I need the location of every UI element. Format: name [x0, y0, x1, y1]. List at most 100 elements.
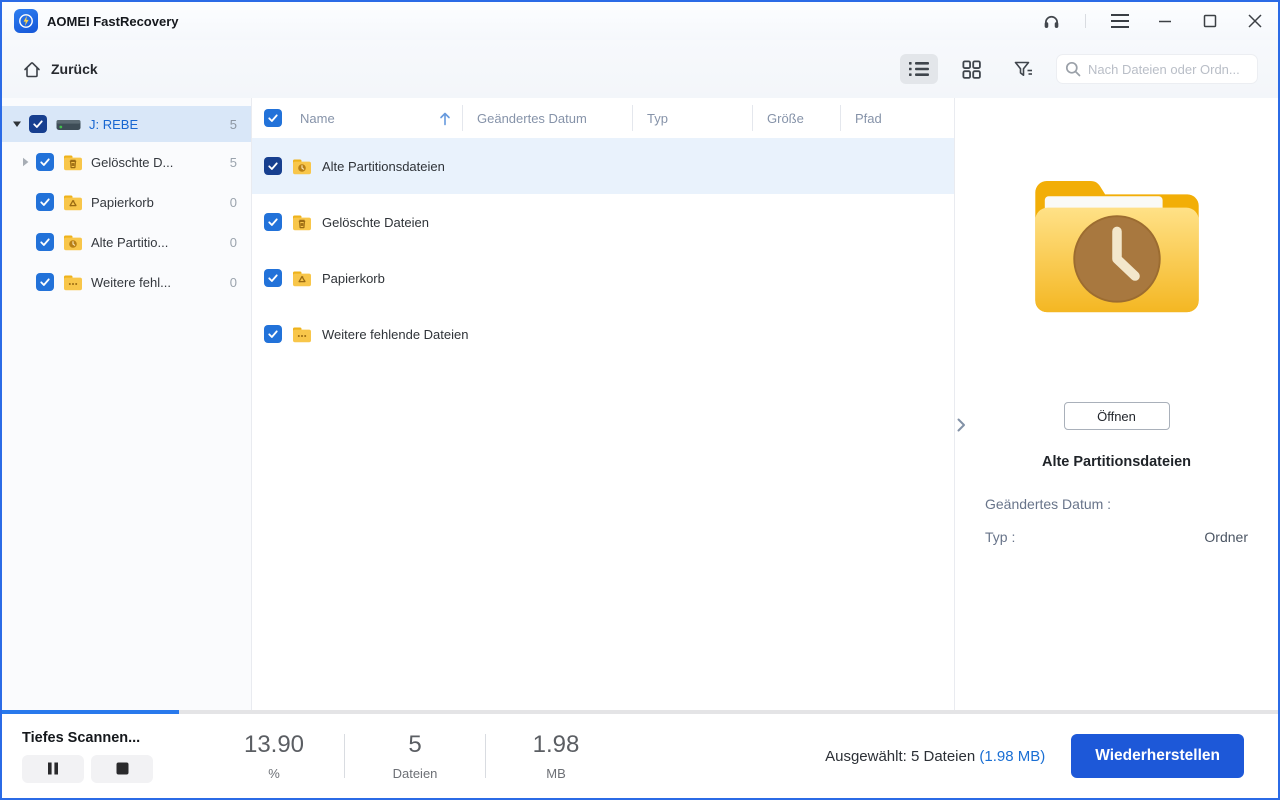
selection-summary-size: (1.98 MB)	[979, 748, 1045, 765]
stop-scan-button[interactable]	[91, 755, 153, 783]
recover-button[interactable]: Wiederherstellen	[1071, 734, 1244, 778]
item-count: 0	[230, 275, 237, 290]
caret-collapsed-icon[interactable]	[22, 157, 36, 167]
checkbox[interactable]	[36, 193, 54, 211]
menu-hamburger-icon[interactable]	[1109, 10, 1131, 32]
footer-bar: Tiefes Scannen... 13.90 % 5 Dateien 1.98…	[2, 714, 1278, 798]
folder-trash-icon	[292, 214, 312, 231]
field-label: Geändertes Datum :	[985, 496, 1111, 512]
column-header-modified-date[interactable]: Geändertes Datum	[462, 98, 632, 138]
stat-unit: %	[204, 766, 344, 781]
titlebar: AOMEI FastRecovery	[2, 2, 1278, 40]
support-headset-icon[interactable]	[1040, 10, 1062, 32]
column-divider	[752, 105, 753, 131]
app-title: AOMEI FastRecovery	[47, 14, 179, 29]
checkbox[interactable]	[264, 157, 282, 175]
field-value: Ordner	[1204, 529, 1248, 545]
selection-summary: Ausgewählt: 5 Dateien (1.98 MB)	[825, 748, 1045, 765]
file-row-recycle-bin[interactable]: Papierkorb	[252, 250, 954, 306]
search-input[interactable]	[1056, 54, 1258, 84]
sidebar-item-deleted-files[interactable]: Gelöschte D... 5	[2, 142, 251, 182]
app-logo-icon	[14, 9, 38, 33]
folder-dots-icon	[63, 274, 83, 291]
sidebar-item-old-partition[interactable]: Alte Partitio... 0	[2, 222, 251, 262]
home-icon	[22, 60, 42, 79]
sidebar-item-drive[interactable]: J: REBE 5	[2, 106, 251, 142]
open-button[interactable]: Öffnen	[1064, 402, 1170, 430]
folder-recycle-icon	[292, 270, 312, 287]
field-type: Typ : Ordner	[985, 529, 1248, 545]
stat-unit: Dateien	[345, 766, 485, 781]
caret-expanded-icon[interactable]	[12, 120, 29, 128]
checkbox[interactable]	[36, 273, 54, 291]
big-folder-clock-icon	[1022, 160, 1212, 318]
scan-stats: 13.90 % 5 Dateien 1.98 MB	[204, 731, 626, 781]
minimize-button[interactable]	[1154, 10, 1176, 32]
file-name: Papierkorb	[322, 271, 385, 286]
stat-value: 13.90	[204, 731, 344, 759]
selection-summary-text: Ausgewählt: 5 Dateien	[825, 748, 975, 765]
scan-status-block: Tiefes Scannen...	[22, 730, 204, 783]
column-label: Pfad	[855, 111, 882, 126]
sidebar-item-other-missing[interactable]: Weitere fehl... 0	[2, 262, 251, 302]
sidebar-item-label: J: REBE	[89, 117, 138, 132]
field-modified-date: Geändertes Datum :	[985, 496, 1248, 512]
header-checkbox[interactable]	[264, 109, 282, 127]
sidebar-item-label: Papierkorb	[91, 195, 154, 210]
file-list: Name Geändertes Datum Typ Größe Pfad	[252, 98, 954, 710]
filter-icon[interactable]	[1004, 54, 1042, 84]
item-count: 5	[230, 155, 237, 170]
search-icon	[1065, 61, 1081, 77]
scan-status-text: Tiefes Scannen...	[22, 730, 204, 746]
column-divider	[632, 105, 633, 131]
item-count: 0	[230, 235, 237, 250]
file-row-deleted-files[interactable]: Gelöschte Dateien	[252, 194, 954, 250]
column-label: Größe	[767, 111, 804, 126]
back-label: Zurück	[51, 61, 98, 77]
stat-unit: MB	[486, 766, 626, 781]
stat-value: 5	[345, 731, 485, 759]
checkbox[interactable]	[36, 153, 54, 171]
checkbox[interactable]	[264, 325, 282, 343]
sidebar-tree: J: REBE 5 Gelöschte D... 5 Papie	[2, 98, 252, 710]
file-name: Weitere fehlende Dateien	[322, 327, 468, 342]
back-button[interactable]: Zurück	[22, 60, 98, 79]
column-header-path[interactable]: Pfad	[840, 98, 954, 138]
main-content: J: REBE 5 Gelöschte D... 5 Papie	[2, 98, 1278, 710]
sort-ascending-icon	[438, 111, 452, 126]
file-row-other-missing[interactable]: Weitere fehlende Dateien	[252, 306, 954, 362]
column-header-name[interactable]: Name	[252, 98, 462, 138]
column-label: Geändertes Datum	[477, 111, 587, 126]
checkbox[interactable]	[29, 115, 47, 133]
column-divider	[840, 105, 841, 131]
pause-scan-button[interactable]	[22, 755, 84, 783]
stat-percent: 13.90 %	[204, 731, 344, 781]
toolbar: Zurück	[2, 40, 1278, 98]
column-header-size[interactable]: Größe	[752, 98, 840, 138]
file-name: Gelöschte Dateien	[322, 215, 429, 230]
column-label: Name	[300, 111, 335, 126]
column-label: Typ	[647, 111, 668, 126]
column-header-type[interactable]: Typ	[632, 98, 752, 138]
maximize-button[interactable]	[1199, 10, 1221, 32]
folder-recycle-icon	[63, 194, 83, 211]
details-panel: Öffnen Alte Partitionsdateien Geändertes…	[954, 98, 1278, 710]
file-row-old-partition[interactable]: Alte Partitionsdateien	[252, 138, 954, 194]
item-count: 0	[230, 195, 237, 210]
titlebar-separator	[1085, 14, 1086, 28]
close-button[interactable]	[1244, 10, 1266, 32]
folder-dots-icon	[292, 326, 312, 343]
checkbox[interactable]	[36, 233, 54, 251]
panel-collapse-chevron-icon[interactable]	[957, 418, 966, 432]
folder-clock-icon	[292, 158, 312, 175]
list-view-toggle[interactable]	[900, 54, 938, 84]
grid-view-toggle[interactable]	[952, 54, 990, 84]
field-label: Typ :	[985, 529, 1015, 545]
drive-icon	[56, 116, 81, 133]
checkbox[interactable]	[264, 269, 282, 287]
checkbox[interactable]	[264, 213, 282, 231]
sidebar-item-label: Gelöschte D...	[91, 155, 173, 170]
folder-clock-icon	[63, 234, 83, 251]
search-box	[1056, 54, 1258, 84]
sidebar-item-recycle-bin[interactable]: Papierkorb 0	[2, 182, 251, 222]
